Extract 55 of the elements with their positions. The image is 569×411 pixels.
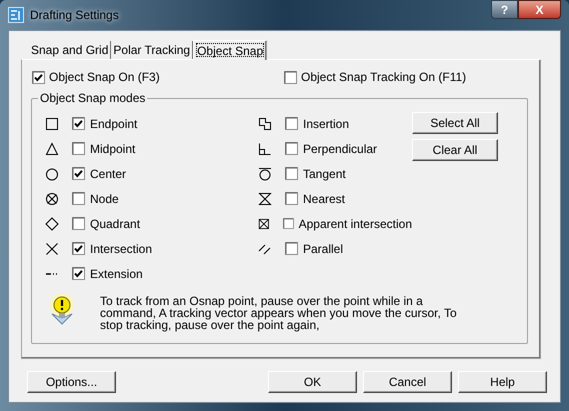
circle-marker-icon [45, 166, 59, 180]
checkbox[interactable] [285, 142, 298, 155]
checkbox-label: Insertion [303, 116, 350, 132]
tangent-marker-icon [258, 166, 272, 180]
push-button[interactable]: Clear All [412, 139, 498, 161]
checkbox[interactable] [285, 167, 298, 180]
checkbox[interactable] [285, 117, 298, 130]
checkbox-label: Midpoint [90, 140, 136, 158]
checkbox-label: Perpendicular [303, 140, 378, 158]
checkbox[interactable] [72, 267, 85, 280]
checkbox[interactable] [72, 142, 85, 155]
triangle-marker-icon [45, 142, 59, 156]
checkbox-label: Parallel [303, 240, 344, 258]
push-button[interactable]: Help [458, 371, 547, 393]
push-button[interactable]: Cancel [363, 371, 452, 393]
group-title: Object Snap modes [38, 91, 148, 105]
insertion-marker-icon [258, 116, 272, 130]
checkbox-label: Endpoint [90, 116, 138, 132]
checkbox-label: Object Snap On (F3) [49, 69, 160, 86]
app-icon [8, 7, 24, 23]
tab[interactable]: Object Snap [193, 40, 268, 60]
checkbox-label: Extension [90, 266, 143, 282]
checkbox[interactable] [282, 217, 294, 230]
checkbox[interactable] [72, 192, 85, 205]
checkbox[interactable] [32, 70, 45, 84]
diamond-marker-icon [45, 216, 59, 230]
checkbox[interactable] [72, 117, 85, 130]
tab[interactable]: Snap and Grid [29, 41, 112, 59]
checkbox-label: Intersection [90, 240, 152, 258]
checkbox[interactable] [72, 217, 85, 230]
crossed-circle-marker-icon [45, 192, 59, 206]
window-title: Drafting Settings [30, 7, 119, 24]
checkbox-label: Quadrant [90, 216, 140, 232]
checkbox-label: Center [90, 166, 126, 182]
push-button[interactable]: Options... [27, 371, 116, 393]
checkbox[interactable] [285, 192, 298, 205]
hourglass-marker-icon [258, 192, 272, 206]
checkbox-label: Nearest [303, 190, 346, 208]
checkbox[interactable] [72, 167, 85, 180]
checkbox[interactable] [285, 242, 298, 255]
checkbox-label: Tangent [303, 166, 346, 182]
checkbox-label: Object Snap Tracking On (F11) [301, 69, 466, 86]
push-button[interactable]: OK [268, 371, 357, 393]
hint-text: To track from an Osnap point, pause over the point while in a command, A tracking vector appears when you move the cursor, To stop tracking, pause over the point again, [100, 295, 458, 331]
perpendicular-marker-icon [258, 142, 272, 156]
push-button[interactable]: Select All [412, 112, 498, 134]
dashed-line-icon [45, 272, 59, 274]
crossed-square-marker-icon [258, 216, 270, 230]
x-marker-icon [45, 242, 59, 256]
parallel-lines-icon [258, 242, 272, 256]
checkbox-label: Node [90, 190, 119, 208]
square-marker-icon [45, 116, 59, 130]
checkbox[interactable] [72, 242, 85, 255]
checkbox[interactable] [284, 70, 297, 84]
checkbox-label: Apparent intersection [298, 216, 412, 232]
